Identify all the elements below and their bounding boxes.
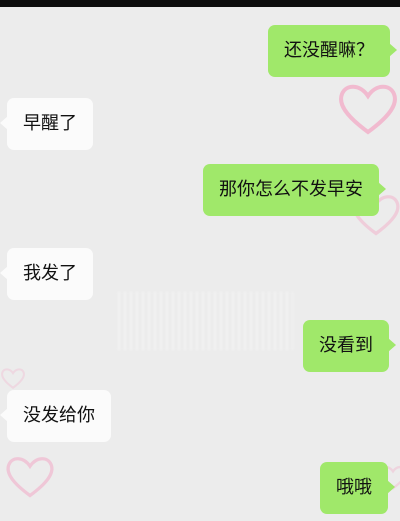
- heart-icon: [6, 457, 54, 498]
- background-blur: [118, 292, 293, 350]
- message-bubble-sent[interactable]: 哦哦: [320, 462, 395, 514]
- message-text: 那你怎么不发早安: [219, 179, 363, 200]
- heart-icon: [339, 84, 397, 135]
- message-text: 哦哦: [336, 477, 372, 498]
- message-text: 没发给你: [23, 405, 95, 426]
- message-bubble-sent[interactable]: 那你怎么不发早安: [203, 164, 386, 216]
- message-text: 我发了: [23, 263, 77, 284]
- heart-icon: [1, 368, 25, 390]
- message-text: 还没醒嘛？: [284, 40, 374, 61]
- message-bubble-sent[interactable]: 还没醒嘛？: [268, 25, 397, 77]
- message-text: 没看到: [319, 335, 373, 356]
- message-bubble-received[interactable]: 早醒了: [0, 98, 93, 150]
- message-bubble-sent[interactable]: 没看到: [303, 320, 396, 372]
- message-bubble-received[interactable]: 我发了: [0, 248, 93, 300]
- status-bar: [0, 0, 400, 7]
- message-bubble-received[interactable]: 没发给你: [0, 390, 111, 442]
- message-text: 早醒了: [23, 113, 77, 134]
